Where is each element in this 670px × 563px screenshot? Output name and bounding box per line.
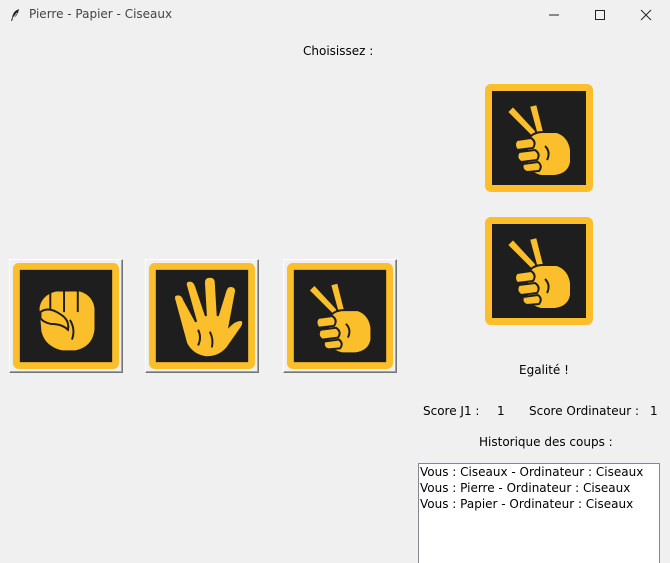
rock-button[interactable] (9, 259, 123, 373)
history-item[interactable]: Vous : Ciseaux - Ordinateur : Ciseaux (420, 464, 659, 480)
player-score-label: Score J1 : (423, 404, 480, 418)
player-score-value: 1 (497, 404, 505, 418)
scissors-hand-icon (483, 215, 595, 327)
scissors-hand-icon (285, 261, 395, 371)
paper-hand-icon (147, 261, 257, 371)
computer-choice-display (483, 215, 595, 327)
paper-button[interactable] (145, 259, 259, 373)
minimize-icon (549, 14, 559, 16)
close-button[interactable] (623, 0, 669, 30)
computer-score-label: Score Ordinateur : (529, 404, 639, 418)
rock-fist-icon (11, 261, 121, 371)
title-bar: Pierre - Papier - Ciseaux (0, 0, 670, 30)
maximize-icon (595, 10, 605, 20)
history-listbox[interactable]: Vous : Ciseaux - Ordinateur : Ciseaux Vo… (418, 463, 660, 563)
computer-score-value: 1 (650, 404, 658, 418)
choose-label: Choisissez : (303, 44, 374, 58)
player-choice-display (483, 82, 595, 194)
feather-icon (11, 9, 19, 21)
maximize-button[interactable] (577, 0, 623, 30)
result-label: Egalité ! (519, 363, 569, 377)
history-item[interactable]: Vous : Papier - Ordinateur : Ciseaux (420, 496, 659, 512)
minimize-button[interactable] (531, 0, 577, 30)
window-title: Pierre - Papier - Ciseaux (29, 7, 173, 21)
close-icon (640, 9, 652, 21)
history-item[interactable]: Vous : Pierre - Ordinateur : Ciseaux (420, 480, 659, 496)
scissors-button[interactable] (283, 259, 397, 373)
scissors-hand-icon (483, 82, 595, 194)
history-title: Historique des coups : (479, 435, 613, 449)
